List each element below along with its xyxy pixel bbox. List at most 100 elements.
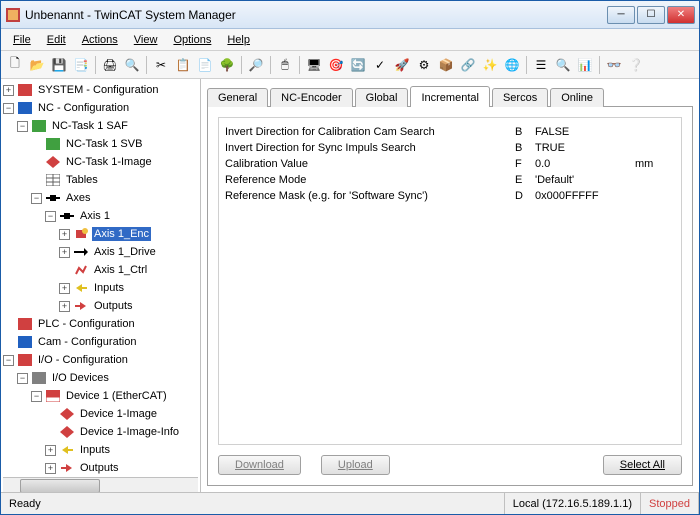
wand-icon[interactable]: ✨ [480, 55, 500, 75]
menu-edit[interactable]: Edit [41, 32, 72, 48]
tree-system[interactable]: SYSTEM - Configuration [36, 83, 160, 97]
tab-nc-encoder[interactable]: NC-Encoder [270, 88, 353, 107]
tree-cam[interactable]: Cam - Configuration [36, 335, 138, 349]
status-local: Local (172.16.5.189.1.1) [505, 493, 641, 514]
new-icon[interactable]: 🗋 [5, 55, 25, 75]
tree-view[interactable]: +SYSTEM - Configuration −NC - Configurat… [1, 79, 201, 492]
param-row[interactable]: Calibration ValueF0.0mm [225, 156, 675, 172]
maximize-button[interactable]: ☐ [637, 6, 665, 24]
run-icon[interactable]: 🚀 [392, 55, 412, 75]
ctrl-icon [73, 263, 89, 277]
preview-icon[interactable]: 🔍 [122, 55, 142, 75]
config-icon[interactable]: ⚙ [414, 55, 434, 75]
axes-icon [45, 191, 61, 205]
tree-iodev[interactable]: I/O Devices [50, 371, 111, 385]
system-icon [17, 83, 33, 97]
target-icon[interactable]: 🎯 [326, 55, 346, 75]
inputs-icon [73, 281, 89, 295]
check-icon[interactable]: ✓ [370, 55, 390, 75]
inputs2-icon [59, 443, 75, 457]
world-icon[interactable]: 🌐 [502, 55, 522, 75]
tree-dev1imginfo[interactable]: Device 1-Image-Info [78, 425, 181, 439]
tab-general[interactable]: General [207, 88, 268, 107]
toolbar: 🗋 📂 💾 📑 🖨 🔍 ✂ 📋 📄 🌳 🔎 🖱 🖥 🎯 🔄 ✓ 🚀 ⚙ 📦 🔗 … [1, 51, 699, 79]
help-icon[interactable]: ❔ [626, 55, 646, 75]
menu-view[interactable]: View [128, 32, 164, 48]
tab-panel: Invert Direction for Calibration Cam Sea… [207, 106, 693, 486]
open-icon[interactable]: 📂 [27, 55, 47, 75]
box-icon[interactable]: 📦 [436, 55, 456, 75]
outputs-icon [73, 299, 89, 313]
tree-inputs2[interactable]: Inputs [78, 443, 112, 457]
outputs2-icon [59, 461, 75, 475]
iodev-icon [31, 371, 47, 385]
tree-outputs[interactable]: Outputs [92, 299, 135, 313]
menu-actions[interactable]: Actions [76, 32, 124, 48]
link-icon[interactable]: 🔗 [458, 55, 478, 75]
tab-online[interactable]: Online [550, 88, 604, 107]
monitor-icon[interactable]: 🖥 [304, 55, 324, 75]
ethercat-icon [45, 389, 61, 403]
print-icon[interactable]: 🖨 [100, 55, 120, 75]
save-icon[interactable]: 💾 [49, 55, 69, 75]
zoom-icon[interactable]: 🔍 [553, 55, 573, 75]
close-button[interactable]: ✕ [667, 6, 695, 24]
tab-sercos[interactable]: Sercos [492, 88, 548, 107]
tree-nctask[interactable]: NC-Task 1 SAF [50, 119, 130, 133]
param-row[interactable]: Invert Direction for Calibration Cam Sea… [225, 124, 675, 140]
tree-icon[interactable]: 🌳 [217, 55, 237, 75]
device-icon[interactable]: 🖱 [275, 55, 295, 75]
tab-incremental[interactable]: Incremental [410, 86, 489, 107]
app-icon [5, 7, 21, 23]
param-row[interactable]: Reference Mask (e.g. for 'Software Sync'… [225, 188, 675, 204]
drive-icon [73, 245, 89, 259]
download-button[interactable]: Download [218, 455, 301, 475]
task2-icon [45, 137, 61, 151]
scope-icon[interactable]: 📊 [575, 55, 595, 75]
tree-inputs[interactable]: Inputs [92, 281, 126, 295]
devimg-icon [59, 407, 75, 421]
axis-icon [59, 209, 75, 223]
menu-file[interactable]: File [7, 32, 37, 48]
menu-help[interactable]: Help [221, 32, 256, 48]
status-stopped: Stopped [641, 493, 699, 514]
tab-strip: General NC-Encoder Global Incremental Se… [207, 85, 693, 107]
enc-icon [73, 227, 89, 241]
tree-axis1[interactable]: Axis 1 [78, 209, 112, 223]
tree-io[interactable]: I/O - Configuration [36, 353, 130, 367]
tree-axes[interactable]: Axes [64, 191, 92, 205]
nc-icon [17, 101, 33, 115]
status-ready: Ready [1, 493, 505, 514]
tree-dev1[interactable]: Device 1 (EtherCAT) [64, 389, 169, 403]
param-row[interactable]: Invert Direction for Sync Impuls SearchB… [225, 140, 675, 156]
copy-icon[interactable]: 📋 [173, 55, 193, 75]
tree-axis1-enc[interactable]: Axis 1_Enc [92, 227, 151, 241]
save-all-icon[interactable]: 📑 [71, 55, 91, 75]
tree-outputs2[interactable]: Outputs [78, 461, 121, 475]
find-icon[interactable]: 🔎 [246, 55, 266, 75]
upload-button[interactable]: Upload [321, 455, 390, 475]
tree-axis1-drive[interactable]: Axis 1_Drive [92, 245, 158, 259]
paste-icon[interactable]: 📄 [195, 55, 215, 75]
cut-icon[interactable]: ✂ [151, 55, 171, 75]
tree-nc[interactable]: NC - Configuration [36, 101, 131, 115]
status-bar: Ready Local (172.16.5.189.1.1) Stopped [1, 492, 699, 514]
refresh-icon[interactable]: 🔄 [348, 55, 368, 75]
tables-icon [45, 173, 61, 187]
tab-global[interactable]: Global [355, 88, 409, 107]
glasses-icon[interactable]: 👓 [604, 55, 624, 75]
tree-taskimg[interactable]: NC-Task 1-Image [64, 155, 154, 169]
param-row[interactable]: Reference ModeE'Default' [225, 172, 675, 188]
menu-options[interactable]: Options [167, 32, 217, 48]
minimize-button[interactable]: ─ [607, 6, 635, 24]
list-icon[interactable]: ☰ [531, 55, 551, 75]
tree-plc[interactable]: PLC - Configuration [36, 317, 137, 331]
tree-axis1-ctrl[interactable]: Axis 1_Ctrl [92, 263, 149, 277]
tree-svb[interactable]: NC-Task 1 SVB [64, 137, 144, 151]
tree-tables[interactable]: Tables [64, 173, 100, 187]
menubar: File Edit Actions View Options Help [1, 29, 699, 51]
select-all-button[interactable]: Select All [603, 455, 682, 475]
tree-scrollbar[interactable] [3, 477, 198, 492]
parameter-list[interactable]: Invert Direction for Calibration Cam Sea… [218, 117, 682, 445]
tree-dev1img[interactable]: Device 1-Image [78, 407, 159, 421]
